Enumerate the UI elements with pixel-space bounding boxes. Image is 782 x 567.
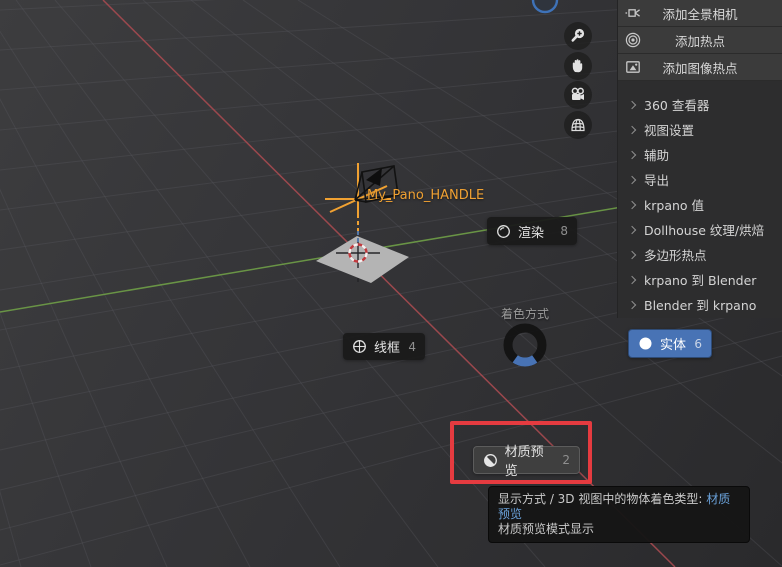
add-hotspot-button[interactable]: 添加热点 — [618, 27, 782, 54]
panel-360-viewer[interactable]: 360 查看器 — [618, 92, 782, 117]
panel-label: krpano 值 — [644, 198, 705, 213]
pie-item-hotkey: 6 — [694, 336, 702, 351]
pie-item-label: 实体 — [660, 338, 687, 353]
object-label: My_Pano_HANDLE — [367, 188, 485, 203]
chevron-right-icon — [627, 175, 637, 184]
pie-item-rendered[interactable]: 渲染 8 — [487, 217, 577, 245]
panel-label: 导出 — [644, 173, 670, 188]
pano-camera-icon — [625, 9, 640, 17]
panel-polygon-hotspot[interactable]: 多边形热点 — [618, 242, 782, 267]
pie-item-solid-selected[interactable]: 实体 6 — [628, 329, 712, 358]
chevron-right-icon — [627, 225, 637, 234]
chevron-right-icon — [627, 275, 637, 284]
red-highlight-box — [450, 421, 592, 484]
pan-hand-icon — [572, 59, 583, 73]
sidebar-button-label: 添加全景相机 — [662, 6, 738, 22]
pie-item-label: 渲染 — [518, 225, 545, 241]
panel-label: 360 查看器 — [644, 98, 710, 113]
blender-3d-viewport: My_Pano_HANDLE 着色方式 渲染 8 线框 4 实体 6 材质预览 … — [0, 0, 782, 567]
panel-dollhouse-bake[interactable]: Dollhouse 纹理/烘焙 — [618, 217, 782, 242]
panel-label: 多边形热点 — [644, 248, 707, 263]
panel-view-settings[interactable]: 视图设置 — [618, 117, 782, 142]
panel-export[interactable]: 导出 — [618, 167, 782, 192]
perspective-grid-icon — [571, 118, 585, 132]
chevron-right-icon — [627, 200, 637, 209]
orbit-gizmo-icon[interactable] — [531, 0, 559, 14]
chevron-right-icon — [627, 150, 637, 159]
zoom-in-icon — [571, 28, 585, 42]
hotspot-icon — [625, 32, 641, 48]
panel-label: 辅助 — [644, 148, 670, 163]
sidebar-panel-list: 360 查看器 视图设置 辅助 导出 krpano 值 Dollhouse 纹理… — [618, 92, 782, 317]
panel-helpers[interactable]: 辅助 — [618, 142, 782, 167]
rendered-shading-icon — [497, 224, 510, 238]
panel-label: krpano 到 Blender — [644, 273, 757, 288]
wireframe-shading-icon — [353, 340, 366, 353]
sidebar-button-label: 添加图像热点 — [662, 60, 738, 76]
pan-button[interactable] — [564, 52, 592, 80]
perspective-toggle-button[interactable] — [564, 111, 592, 139]
pie-item-hotkey: 4 — [408, 339, 416, 354]
camera-view-icon — [571, 87, 584, 100]
sidebar-button-label: 添加热点 — [674, 33, 725, 49]
chevron-right-icon — [627, 300, 637, 309]
tooltip-text: 显示方式 / 3D 视图中的物体着色类型: — [498, 492, 703, 506]
chevron-right-icon — [627, 100, 637, 109]
pie-item-wireframe[interactable]: 线框 4 — [343, 333, 425, 360]
tooltip-line1: 显示方式 / 3D 视图中的物体着色类型: 材质预览 — [498, 492, 740, 522]
chevron-right-icon — [627, 250, 637, 259]
camera-view-button[interactable] — [564, 81, 592, 109]
panel-label: Blender 到 krpano — [644, 298, 757, 313]
sidebar-panel: 添加全景相机 添加热点 添加图像热点 360 查看器 视图设置 辅助 导出 kr… — [617, 0, 782, 318]
add-image-hotspot-button[interactable]: 添加图像热点 — [618, 54, 782, 81]
zoom-button[interactable] — [564, 22, 592, 50]
image-hotspot-icon — [626, 61, 640, 73]
chevron-right-icon — [627, 125, 637, 134]
pie-menu-center-ring — [503, 323, 547, 367]
tooltip: 显示方式 / 3D 视图中的物体着色类型: 材质预览 材质预览模式显示 — [488, 486, 750, 543]
panel-label: Dollhouse 纹理/烘焙 — [644, 223, 765, 238]
pie-item-label: 线框 — [374, 341, 401, 356]
pie-item-hotkey: 8 — [560, 224, 568, 238]
tooltip-line2: 材质预览模式显示 — [498, 522, 595, 536]
panel-krpano-to-blender[interactable]: krpano 到 Blender — [618, 267, 782, 292]
add-pano-camera-button[interactable]: 添加全景相机 — [618, 0, 782, 27]
solid-shading-icon — [639, 337, 652, 350]
panel-label: 视图设置 — [644, 123, 695, 138]
panel-blender-to-krpano[interactable]: Blender 到 krpano — [618, 292, 782, 317]
panel-krpano-values[interactable]: krpano 值 — [618, 192, 782, 217]
